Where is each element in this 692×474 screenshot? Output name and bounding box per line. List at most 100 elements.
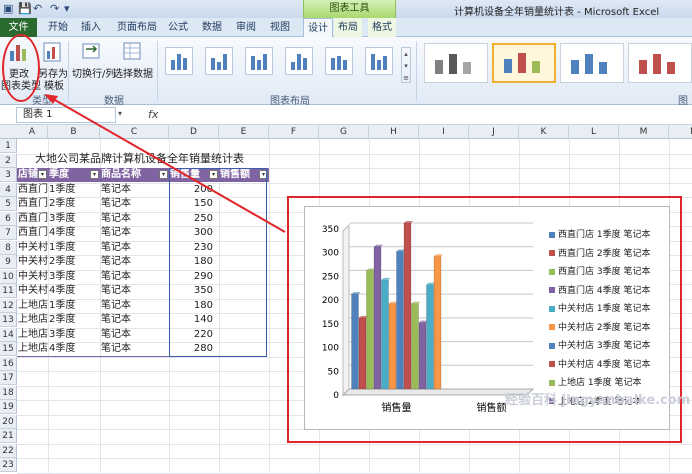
column-header-e[interactable]: E	[219, 125, 269, 139]
column-header-c[interactable]: C	[100, 125, 169, 139]
legend-item[interactable]: 中关村店 3季度 笔记本	[549, 340, 650, 352]
column-header-f[interactable]: F	[269, 125, 319, 139]
row-header-14[interactable]: 14	[0, 327, 17, 342]
row-header-1[interactable]: 1	[0, 139, 17, 153]
bar-8[interactable]	[403, 222, 412, 390]
chart-style-1[interactable]	[424, 43, 488, 83]
y-tick-label: 350	[322, 225, 339, 235]
name-box-dropdown-icon[interactable]: ▾	[118, 109, 122, 118]
undo-icon[interactable]: ↶	[33, 2, 42, 15]
row-header-6[interactable]: 6	[0, 211, 17, 226]
legend-label: 西直门店 1季度 笔记本	[558, 230, 651, 240]
bar-9[interactable]	[411, 303, 419, 390]
tab-design[interactable]: 设计	[303, 18, 333, 38]
column-header-b[interactable]: B	[48, 125, 100, 139]
bar-4[interactable]	[373, 246, 382, 390]
tab-format[interactable]: 格式	[368, 18, 396, 37]
column-header-l[interactable]: L	[569, 125, 619, 139]
highlight-annotation-circle	[2, 34, 40, 102]
bar-2[interactable]	[358, 317, 367, 390]
chart-layout-1[interactable]	[165, 47, 193, 75]
column-header-g[interactable]: G	[319, 125, 369, 139]
column-header-m[interactable]: M	[619, 125, 669, 139]
bar-12[interactable]	[433, 255, 442, 390]
chart-layout-5[interactable]	[325, 47, 353, 75]
legend-item[interactable]: 西直门店 4季度 笔记本	[549, 285, 650, 297]
column-header-d[interactable]: D	[169, 125, 219, 139]
excel-icon[interactable]: ▣	[3, 2, 13, 15]
tab-insert[interactable]: 插入	[77, 18, 105, 37]
save-as-template-button[interactable]	[42, 41, 64, 63]
y-tick-label: 150	[322, 320, 339, 330]
chart-layout-2[interactable]	[205, 47, 233, 75]
tab-chart-layout[interactable]: 布局	[334, 18, 362, 37]
switch-row-column-label: 切换行/列	[72, 69, 116, 80]
bar-7[interactable]	[396, 250, 404, 390]
chart-style-3[interactable]	[560, 43, 624, 83]
tab-review[interactable]: 审阅	[232, 18, 260, 37]
row-header-4[interactable]: 4	[0, 182, 17, 197]
bar-6[interactable]	[388, 303, 397, 390]
redo-icon[interactable]: ↷	[50, 2, 59, 15]
legend-item[interactable]: 西直门店 3季度 笔记本	[549, 266, 650, 278]
tab-data[interactable]: 数据	[198, 18, 226, 37]
row-header-19[interactable]: 19	[0, 400, 17, 414]
chart-style-2[interactable]	[492, 43, 556, 83]
bar-10[interactable]	[418, 322, 427, 390]
bar-5[interactable]	[381, 279, 389, 390]
bar-3[interactable]	[366, 269, 374, 390]
bar-11[interactable]	[426, 284, 434, 390]
tab-formulas[interactable]: 公式	[164, 18, 192, 37]
row-header-11[interactable]: 11	[0, 284, 17, 298]
row-header-3[interactable]: 3	[0, 168, 17, 182]
tab-home[interactable]: 开始	[44, 18, 72, 37]
insert-function-icon[interactable]: fx	[148, 108, 158, 121]
legend-item[interactable]: 中关村店 4季度 笔记本	[549, 359, 650, 371]
legend-item[interactable]: 上地店 1季度 笔记本	[549, 377, 641, 389]
legend-item[interactable]: 中关村店 1季度 笔记本	[549, 303, 650, 315]
chart-layout-3[interactable]	[245, 47, 273, 75]
row-header-2[interactable]: 2	[0, 153, 17, 168]
customize-toolbar-icon[interactable]: ▾	[64, 2, 70, 15]
legend-item[interactable]: 西直门店 1季度 笔记本	[549, 229, 650, 241]
column-header-i[interactable]: I	[419, 125, 469, 139]
column-header-n[interactable]: N	[669, 125, 692, 139]
row-header-8[interactable]: 8	[0, 240, 17, 255]
chart-style-4[interactable]	[628, 43, 692, 83]
row-header-22[interactable]: 22	[0, 443, 17, 458]
row-header-17[interactable]: 17	[0, 371, 17, 385]
select-data-button[interactable]	[122, 41, 144, 63]
layout-gallery-scroll[interactable]: ▴ ▾ ≡	[401, 47, 411, 83]
row-header-18[interactable]: 18	[0, 385, 17, 400]
bar-1[interactable]	[351, 293, 359, 390]
legend-item[interactable]: 中关村店 2季度 笔记本	[549, 322, 650, 334]
chart-object[interactable]: 0 50 100 150 200 250 300 350 销售量 销售额 西直门店 1季度 笔记本…	[304, 206, 690, 430]
column-header-a[interactable]: A	[17, 125, 48, 139]
legend-item[interactable]: 西直门店 2季度 笔记本	[549, 248, 650, 260]
row-header-12[interactable]: 12	[0, 298, 17, 313]
column-header-k[interactable]: K	[519, 125, 569, 139]
row-header-15[interactable]: 15	[0, 342, 17, 356]
row-header-7[interactable]: 7	[0, 226, 17, 240]
legend-swatch	[549, 287, 555, 293]
save-icon[interactable]: 💾	[18, 2, 32, 15]
name-box[interactable]: 图表 1	[16, 107, 116, 123]
switch-row-column-button[interactable]	[80, 41, 104, 63]
formula-input[interactable]	[164, 107, 690, 123]
row-header-13[interactable]: 13	[0, 313, 17, 327]
row-header-23[interactable]: 23	[0, 458, 17, 472]
row-header-16[interactable]: 16	[0, 356, 17, 371]
column-header-h[interactable]: H	[369, 125, 419, 139]
row-header-5[interactable]: 5	[0, 197, 17, 211]
row-header-20[interactable]: 20	[0, 414, 17, 429]
bar-top-face	[381, 277, 391, 280]
legend-swatch	[549, 250, 555, 256]
chart-layout-6[interactable]	[365, 47, 393, 75]
tab-view[interactable]: 视图	[266, 18, 294, 37]
row-header-21[interactable]: 21	[0, 429, 17, 443]
chart-layout-4[interactable]	[285, 47, 313, 75]
row-header-9[interactable]: 9	[0, 255, 17, 269]
tab-page-layout[interactable]: 页面布局	[113, 18, 161, 37]
column-header-j[interactable]: J	[469, 125, 519, 139]
row-header-10[interactable]: 10	[0, 269, 17, 284]
